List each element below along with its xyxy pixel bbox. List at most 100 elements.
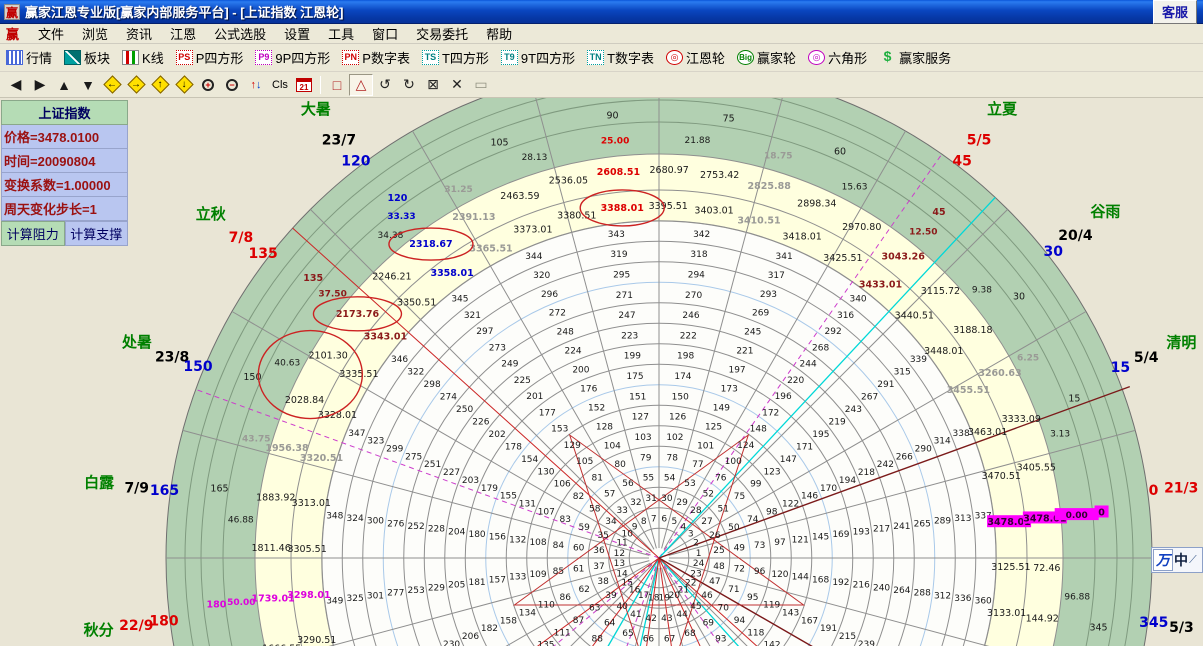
gann-wheel-chart[interactable]: 1234567891011121314151617181920212223242… (0, 98, 1203, 646)
pan-up-button[interactable]: ↑ (148, 74, 172, 96)
toolbar-T四方形[interactable]: TST四方形 (416, 46, 495, 69)
ime-pen-icon[interactable]: ⟋ (1189, 554, 1197, 567)
back-button[interactable]: ◀ (4, 74, 28, 96)
svg-text:228: 228 (428, 525, 445, 535)
svg-text:251: 251 (424, 460, 441, 470)
tools-toolbar: ◀▶▲▼←→↑↓+−↑↓Cls21□△↺↻⊠✕▭ (0, 72, 1203, 98)
menu-item-7[interactable]: 窗口 (363, 23, 407, 44)
svg-text:3410.51: 3410.51 (737, 215, 780, 226)
toolbar-P四方形[interactable]: PSP四方形 (170, 46, 250, 69)
toolbar-赢家服务[interactable]: $赢家服务 (873, 46, 957, 69)
toolbar-六角形[interactable]: ◎六角形 (802, 46, 873, 69)
menu-item-5[interactable]: 设置 (275, 23, 319, 44)
calc-support-button[interactable]: 计算支撑 (65, 221, 129, 246)
svg-text:84: 84 (553, 541, 565, 551)
svg-text:143: 143 (782, 609, 799, 619)
triangle-tool-button[interactable]: △ (349, 74, 373, 96)
svg-text:3115.72: 3115.72 (921, 286, 960, 297)
pan-left-button[interactable]: ← (100, 74, 124, 96)
svg-text:200: 200 (572, 366, 589, 376)
toolbar-P数字表[interactable]: PNP数字表 (336, 46, 416, 69)
ime-language-bar[interactable]: 万 中 ⟋ (1151, 547, 1203, 573)
pan-down-button[interactable]: ↓ (172, 74, 196, 96)
svg-text:156: 156 (489, 533, 506, 543)
toolbar-行情[interactable]: 行情 (0, 46, 58, 69)
svg-text:21/3: 21/3 (1164, 480, 1198, 496)
svg-text:37: 37 (593, 562, 604, 572)
toolbar-K线[interactable]: K线 (116, 46, 170, 69)
svg-text:80: 80 (614, 460, 626, 470)
ime-shape-icon[interactable]: 万 (1153, 549, 1173, 571)
menu-item-4[interactable]: 公式选股 (205, 23, 275, 44)
calc-resistance-button[interactable]: 计算阻力 (1, 221, 65, 246)
svg-text:2173.76: 2173.76 (336, 309, 380, 320)
svg-text:292: 292 (825, 327, 842, 337)
pan-right-button[interactable]: → (124, 74, 148, 96)
rotate-up-button[interactable]: ▲ (52, 74, 76, 96)
rotate-cw-button[interactable]: ↻ (397, 74, 421, 96)
forward-button[interactable]: ▶ (28, 74, 52, 96)
svg-text:272: 272 (549, 309, 566, 319)
zoom-in-button[interactable]: + (196, 74, 220, 96)
svg-text:1: 1 (696, 549, 702, 559)
clear-button[interactable]: Cls (268, 74, 292, 96)
svg-text:343: 343 (608, 230, 625, 240)
app-logo-icon: 赢 (4, 4, 20, 20)
toolbar-赢家轮[interactable]: Big赢家轮 (731, 46, 802, 69)
svg-text:73: 73 (754, 541, 765, 551)
svg-text:25: 25 (713, 546, 724, 556)
svg-text:317: 317 (768, 271, 785, 281)
svg-text:220: 220 (787, 376, 804, 386)
svg-text:266: 266 (896, 452, 913, 462)
svg-text:85: 85 (553, 567, 564, 577)
ime-mode-icon[interactable]: 中 (1173, 550, 1189, 570)
svg-text:224: 224 (564, 347, 581, 357)
zoom-out-button[interactable]: − (220, 74, 244, 96)
toolbar-9T四方形[interactable]: T99T四方形 (495, 46, 581, 69)
svg-text:105: 105 (576, 457, 593, 467)
rotate-down-button[interactable]: ▼ (76, 74, 100, 96)
toolbar-江恩轮[interactable]: ◎江恩轮 (660, 46, 731, 69)
toolbar-板块[interactable]: 板块 (58, 46, 116, 69)
svg-text:41: 41 (630, 610, 641, 620)
svg-text:13: 13 (614, 559, 625, 569)
sort-updown-button[interactable]: ↑↓ (244, 74, 268, 96)
svg-text:103: 103 (634, 433, 651, 443)
box-x-button[interactable]: ⊠ (421, 74, 445, 96)
customer-service-button[interactable]: 客服 (1153, 0, 1197, 24)
svg-text:5/5: 5/5 (967, 132, 992, 148)
svg-text:45: 45 (932, 207, 945, 218)
svg-text:133: 133 (509, 573, 526, 583)
menu-item-9[interactable]: 帮助 (477, 23, 521, 44)
calendar-button[interactable]: 21 (292, 74, 316, 96)
center-arrows-button[interactable]: ✕ (445, 74, 469, 96)
toolbar-T数字表[interactable]: TNT数字表 (581, 46, 660, 69)
svg-text:131: 131 (519, 499, 536, 509)
square-tool-button[interactable]: □ (325, 74, 349, 96)
svg-text:239: 239 (858, 640, 875, 646)
menu-item-6[interactable]: 工具 (319, 23, 363, 44)
svg-text:182: 182 (481, 624, 498, 634)
svg-text:3350.51: 3350.51 (397, 298, 436, 309)
svg-text:2101.30: 2101.30 (309, 350, 348, 361)
menu-item-8[interactable]: 交易委托 (407, 23, 477, 44)
main-toolbar: 行情板块K线PSP四方形P99P四方形PNP数字表TST四方形T99T四方形TN… (0, 44, 1203, 72)
svg-text:50: 50 (728, 523, 740, 533)
svg-text:149: 149 (713, 403, 730, 413)
menu-item-3[interactable]: 江恩 (161, 23, 205, 44)
svg-text:150: 150 (183, 359, 212, 375)
P数字表-icon: PN (342, 50, 359, 65)
svg-text:2680.97: 2680.97 (650, 165, 689, 176)
toolbar-9P四方形[interactable]: P99P四方形 (249, 46, 336, 69)
svg-text:0: 0 (1149, 483, 1159, 499)
svg-text:202: 202 (489, 430, 506, 440)
svg-text:122: 122 (782, 499, 799, 509)
svg-text:54: 54 (664, 474, 676, 484)
rotate-ccw-button[interactable]: ↺ (373, 74, 397, 96)
svg-text:2246.21: 2246.21 (372, 272, 411, 283)
svg-text:318: 318 (690, 250, 707, 260)
menu-item-2[interactable]: 资讯 (117, 23, 161, 44)
menu-item-1[interactable]: 浏览 (73, 23, 117, 44)
menu-item-0[interactable]: 文件 (29, 23, 73, 44)
svg-text:126: 126 (669, 413, 686, 423)
